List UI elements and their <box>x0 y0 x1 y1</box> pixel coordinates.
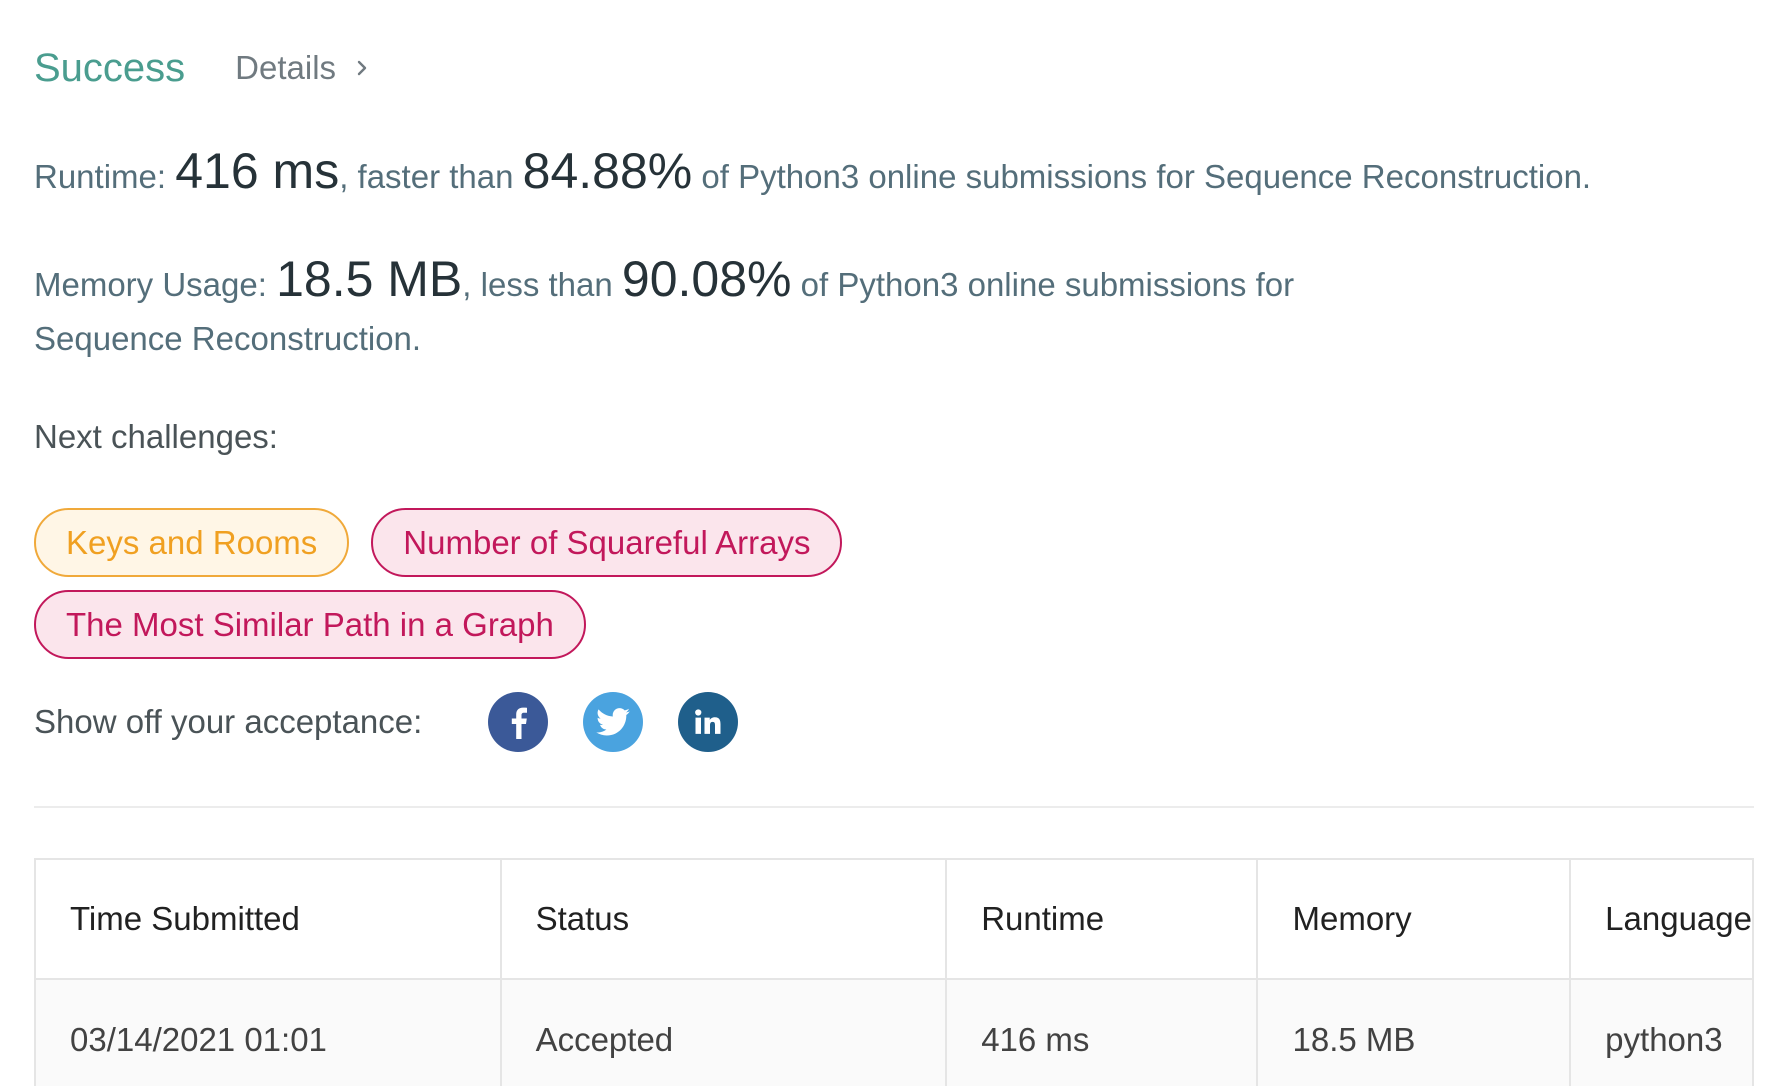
cell-language: python3 <box>1569 978 1754 1086</box>
memory-value: 18.5 MB <box>276 251 463 307</box>
challenge-chip-keys-and-rooms[interactable]: Keys and Rooms <box>34 508 350 577</box>
share-icons <box>488 692 773 752</box>
success-title: Success <box>34 45 186 90</box>
column-header-time-submitted[interactable]: Time Submitted <box>34 858 502 980</box>
share-label: Show off your acceptance: <box>34 703 423 740</box>
runtime-percent: 84.88% <box>522 143 693 199</box>
memory-stat: Memory Usage: 18.5 MB, less than 90.08% … <box>34 252 1404 366</box>
submissions-table: Time Submitted Status Runtime Memory Lan… <box>34 858 1754 1086</box>
runtime-label: Runtime: <box>34 158 167 195</box>
next-challenges-list: Keys and Rooms Number of Squareful Arrays… <box>34 508 934 672</box>
column-header-status[interactable]: Status <box>499 858 948 980</box>
column-header-runtime[interactable]: Runtime <box>945 858 1259 980</box>
challenge-chip-number-of-squareful-arrays[interactable]: Number of Squareful Arrays <box>371 508 843 577</box>
chevron-right-icon <box>357 60 367 76</box>
twitter-share-button[interactable] <box>583 692 644 752</box>
table-header-row: Time Submitted Status Runtime Memory Lan… <box>34 858 1754 980</box>
facebook-icon <box>512 707 528 739</box>
next-challenges-label: Next challenges: <box>34 418 278 455</box>
linkedin-share-button[interactable] <box>678 692 739 752</box>
runtime-value: 416 ms <box>175 143 340 199</box>
cell-time-submitted: 03/14/2021 01:01 <box>34 978 502 1086</box>
memory-comparison: , less than <box>462 266 613 303</box>
twitter-icon <box>596 708 631 736</box>
memory-percent: 90.08% <box>621 251 792 307</box>
cell-runtime: 416 ms <box>945 978 1259 1086</box>
cell-memory: 18.5 MB <box>1256 978 1572 1086</box>
cell-status-link[interactable]: Accepted <box>499 978 948 1086</box>
facebook-share-button[interactable] <box>488 692 549 752</box>
column-header-memory[interactable]: Memory <box>1256 858 1572 980</box>
memory-label: Memory Usage: <box>34 266 267 303</box>
challenge-chip-most-similar-path[interactable]: The Most Similar Path in a Graph <box>34 590 586 659</box>
submission-result-page: Success Details Runtime: 416 ms, faster … <box>0 0 1768 1086</box>
table-row[interactable]: 03/14/2021 01:01 Accepted 416 ms 18.5 MB… <box>34 978 1754 1086</box>
share-row: Show off your acceptance: <box>34 692 773 752</box>
column-header-language[interactable]: Language <box>1569 858 1754 980</box>
runtime-comparison: , faster than <box>339 158 514 195</box>
details-label: Details <box>235 49 337 86</box>
linkedin-icon <box>695 709 721 734</box>
details-link[interactable]: Details <box>235 49 372 87</box>
status-header: Success Details <box>34 36 372 100</box>
section-divider <box>34 806 1754 808</box>
runtime-tail: of Python3 online submissions for Sequen… <box>701 158 1592 195</box>
runtime-stat: Runtime: 416 ms, faster than 84.88% of P… <box>34 144 1734 204</box>
